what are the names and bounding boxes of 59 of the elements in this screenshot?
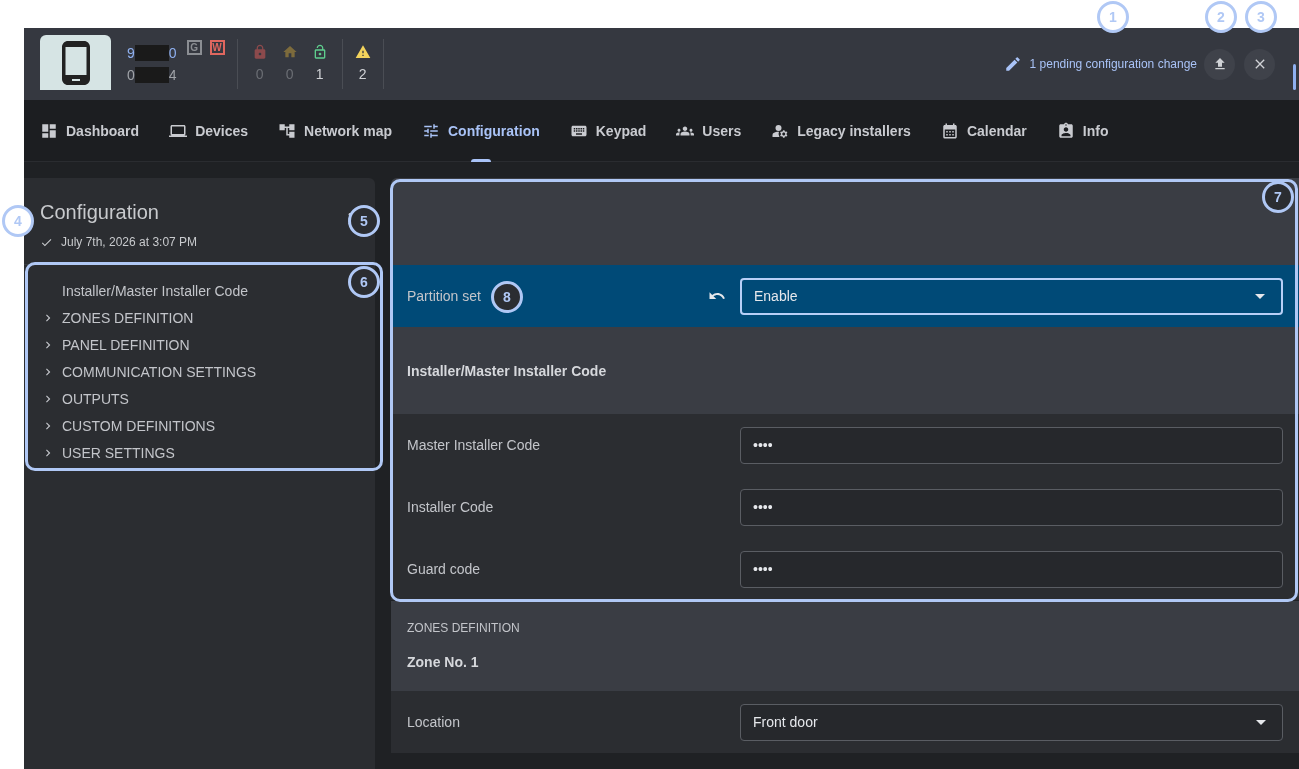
nav-tab[interactable]: Network map [278, 99, 392, 162]
field-label: Installer Code [407, 499, 494, 515]
callout-number: 4 [2, 205, 34, 237]
callout-number: 1 [1097, 1, 1129, 33]
nav-tab[interactable]: Keypad [569, 99, 647, 162]
status-badge: W [209, 40, 225, 55]
sliders-icon [422, 121, 440, 140]
device-id-text: 0 [168, 44, 177, 63]
calendar-icon [940, 121, 959, 140]
section-title: Zone No. 1 [407, 653, 480, 672]
tree-item[interactable]: USER SETTINGS [41, 439, 175, 466]
field-label: Guard code [407, 561, 481, 577]
nav-tab[interactable]: Configuration [422, 99, 540, 162]
section-caption: ZONES DEFINITION [407, 620, 521, 636]
field-label: Master Installer Code [407, 437, 541, 453]
field-label: Location [407, 714, 460, 730]
lock-count: 1 [315, 65, 324, 84]
tree-item[interactable]: PANEL DEFINITION [41, 331, 190, 358]
tree-item[interactable]: Installer/Master Installer Code [41, 277, 248, 304]
device-id-text: 4 [168, 66, 177, 85]
nav-tab[interactable]: Info [1056, 99, 1109, 162]
dashboard-icon [40, 121, 58, 140]
redaction-block [134, 67, 169, 83]
sidebar-title: Configuration [40, 200, 160, 225]
password-field[interactable]: •••• [740, 550, 1283, 588]
status-badge: G [186, 40, 202, 55]
pencil-icon [1003, 55, 1022, 73]
dropdown-caret-icon [1256, 719, 1266, 725]
tree-item[interactable]: ZONES DEFINITION [41, 304, 194, 331]
warning-count: 2 [358, 65, 367, 84]
password-field[interactable]: •••• [740, 488, 1283, 526]
tree-item[interactable]: CUSTOM DEFINITIONS [41, 412, 215, 439]
nav-tab[interactable]: Users [676, 99, 742, 162]
dropdown-caret-icon [1255, 293, 1265, 299]
pending-changes-text[interactable]: 1 pending configuration change [1029, 56, 1197, 72]
select-field[interactable]: Front door [740, 703, 1283, 741]
upload-button[interactable] [1204, 48, 1235, 80]
tree-item[interactable]: OUTPUTS [41, 385, 129, 412]
nav-tab[interactable]: Calendar [940, 99, 1027, 162]
group-title: Installer/Master Installer Code [407, 361, 607, 381]
tree-item[interactable]: COMMUNICATION SETTINGS [41, 358, 257, 385]
scrollbar[interactable] [1293, 64, 1296, 90]
nav-tab[interactable]: Devices [169, 99, 249, 162]
id-card-icon [1056, 121, 1075, 140]
warning-icon [354, 44, 371, 60]
network-icon [278, 121, 297, 140]
device-id-text: 9 [127, 44, 135, 63]
nav-tab[interactable]: Legacy installers [771, 99, 911, 162]
device-id-text: 0 [127, 66, 135, 85]
close-button[interactable] [1244, 48, 1275, 80]
redaction-block [134, 45, 169, 61]
nav-tab[interactable]: Dashboard [40, 99, 140, 162]
callout-number: 3 [1245, 1, 1277, 33]
callout-number: 2 [1205, 1, 1237, 33]
saved-date: July 7th, 2026 at 3:07 PM [61, 234, 198, 250]
active-tab-indicator [470, 158, 491, 162]
field-label: Partition set [407, 288, 481, 304]
select-field[interactable]: Enable [740, 277, 1283, 315]
password-field[interactable]: •••• [740, 426, 1283, 464]
